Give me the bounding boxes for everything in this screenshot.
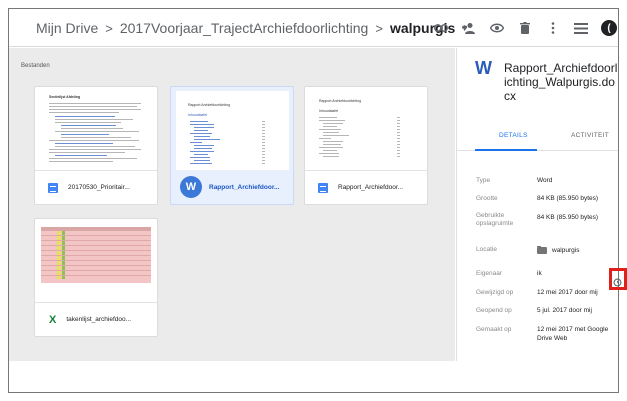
prop-label-storage: Gebruikte opslagruimte	[476, 212, 514, 227]
breadcrumb-separator: >	[105, 20, 113, 36]
account-icon[interactable]: (	[595, 14, 618, 42]
file-card[interactable]: Rapport Archiefdoorlichting Inhoudstafel	[304, 86, 428, 205]
breadcrumb-mijn-drive[interactable]: Mijn Drive	[36, 20, 98, 36]
section-label-files: Bestanden	[21, 63, 50, 69]
highlight-box	[609, 268, 627, 290]
file-card-footer: 20170530_Prioritair...	[35, 170, 157, 204]
details-panel: W Rapport_Archiefdoorlichting_Walpurgis.…	[456, 48, 618, 361]
prop-value-modified: 12 mei 2017 door mij	[537, 289, 598, 296]
preview-eye-icon[interactable]	[483, 14, 511, 42]
file-thumbnail	[35, 219, 157, 302]
file-name: takenlijst_archiefdoo...	[66, 316, 132, 323]
prop-label-opened: Geopend op	[476, 307, 512, 314]
file-card[interactable]: X takenlijst_archiefdoo...	[34, 218, 158, 337]
avatar: (	[601, 20, 617, 36]
prop-value-owner: ik	[537, 270, 542, 277]
prop-value-type: Word	[537, 177, 553, 184]
file-card-footer: X takenlijst_archiefdoo...	[35, 302, 157, 336]
prop-value-opened: 5 jul. 2017 door mij	[537, 307, 592, 314]
thumb-heading: Rapport Archiefdoorlichting	[319, 99, 362, 103]
toolbar: (	[427, 9, 618, 47]
tab-indicator	[475, 149, 537, 151]
files-area: Bestanden Sectielijst Afdeling 20170530_…	[9, 48, 455, 361]
tab-details[interactable]: DETAILS	[499, 132, 528, 139]
file-card-selected[interactable]: Rapport Archiefdoorlichting Inhoudstafel	[170, 86, 294, 205]
file-card-footer: Rapport_Archiefdoor...	[305, 170, 427, 204]
list-view-icon[interactable]	[567, 14, 595, 42]
breadcrumb: Mijn Drive > 2017Voorjaar_TrajectArchief…	[36, 9, 469, 47]
panel-file-title: Rapport_Archiefdoorlichting_Walpurgis.do…	[504, 61, 618, 103]
thumb-subheading: Inhoudstafel	[188, 113, 208, 117]
thumb-heading: Sectielijst Afdeling	[49, 95, 81, 99]
file-card-footer: W Rapport_Archiefdoor...	[171, 170, 293, 204]
folder-icon	[537, 246, 547, 254]
breadcrumb-separator: >	[375, 20, 383, 36]
top-bar: Mijn Drive > 2017Voorjaar_TrajectArchief…	[9, 9, 618, 47]
breadcrumb-folder[interactable]: 2017Voorjaar_TrajectArchiefdoorlichting	[120, 20, 369, 36]
file-name: 20170530_Prioritair...	[68, 184, 130, 191]
prop-label-location: Locatie	[476, 246, 497, 253]
prop-label-type: Type	[476, 177, 491, 184]
prop-value-created: 12 mei 2017 met Google Drive Web	[537, 326, 609, 342]
prop-label-size: Grootte	[476, 195, 498, 202]
tab-activity[interactable]: ACTIVITEIT	[571, 132, 609, 139]
share-person-icon[interactable]	[455, 14, 483, 42]
file-name: Rapport_Archiefdoor...	[209, 183, 280, 191]
thumb-heading: Rapport Archiefdoorlichting	[188, 103, 231, 107]
file-thumbnail: Sectielijst Afdeling	[35, 87, 157, 170]
file-thumbnail: Rapport Archiefdoorlichting Inhoudstafel	[176, 91, 289, 170]
prop-value-size: 84 KB (85.950 bytes)	[537, 195, 599, 202]
google-doc-icon	[48, 182, 58, 193]
drive-window: Mijn Drive > 2017Voorjaar_TrajectArchief…	[8, 8, 619, 393]
prop-value-storage: 84 KB (85.950 bytes)	[537, 214, 599, 221]
more-vert-icon[interactable]	[539, 14, 567, 42]
prop-label-owner: Eigenaar	[476, 270, 503, 277]
word-icon: W	[180, 176, 202, 198]
prop-value-location[interactable]: walpurgis	[537, 246, 618, 255]
location-folder-name: walpurgis	[552, 247, 580, 254]
panel-tabs: DETAILS ACTIVITEIT	[457, 121, 618, 151]
word-file-icon: W	[475, 58, 492, 78]
prop-label-created: Gemaakt op	[476, 326, 512, 333]
prop-label-modified: Gewijzigd op	[476, 289, 514, 296]
trash-icon[interactable]	[511, 14, 539, 42]
file-card[interactable]: Sectielijst Afdeling 20170530_Prioritair…	[34, 86, 158, 205]
google-doc-icon	[318, 182, 328, 193]
history-icon[interactable]	[613, 274, 622, 292]
thumb-subheading: Inhoudstafel	[319, 109, 339, 113]
link-icon[interactable]	[427, 14, 455, 42]
file-thumbnail: Rapport Archiefdoorlichting Inhoudstafel	[305, 87, 427, 170]
google-sheets-icon: X	[49, 313, 57, 326]
file-name: Rapport_Archiefdoor...	[338, 184, 404, 191]
